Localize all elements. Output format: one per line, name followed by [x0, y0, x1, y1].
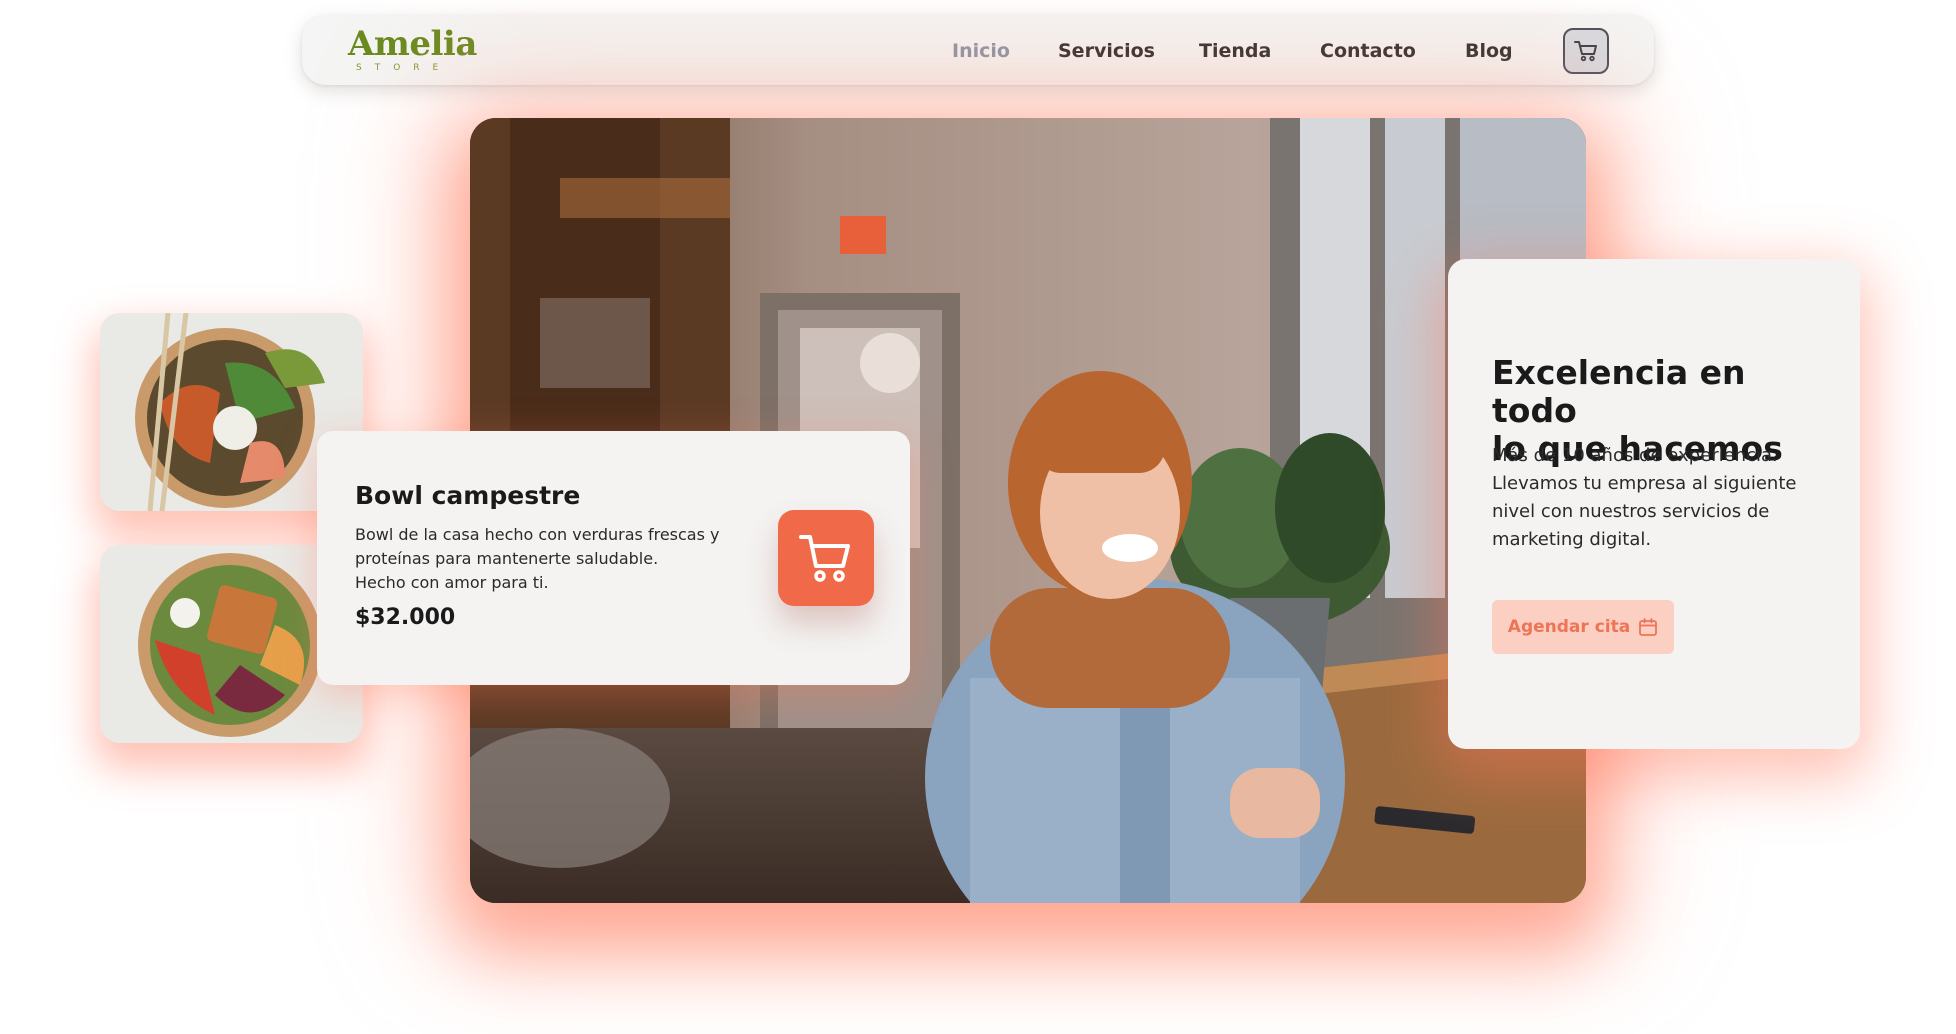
product-description-line: Hecho con amor para ti. — [355, 573, 549, 592]
info-description-line: nivel con nuestros servicios de — [1492, 501, 1770, 522]
add-to-cart-button[interactable] — [778, 510, 874, 606]
schedule-appointment-button[interactable]: Agendar cita — [1492, 600, 1674, 654]
schedule-appointment-label: Agendar cita — [1507, 617, 1631, 637]
nav-link-tienda[interactable]: Tienda — [1199, 38, 1271, 64]
cart-button[interactable] — [1563, 28, 1609, 74]
product-description-line: Bowl de la casa hecho con verduras fresc… — [355, 525, 720, 544]
info-heading-line: Excelencia en todo — [1492, 353, 1746, 430]
nav-link-inicio[interactable]: Inicio — [952, 38, 1010, 64]
info-description-line: marketing digital. — [1492, 529, 1652, 550]
product-title: Bowl campestre — [355, 481, 581, 510]
calendar-icon — [1639, 618, 1658, 636]
product-card: Bowl campestre Bowl de la casa hecho con… — [317, 431, 910, 685]
nav-link-servicios[interactable]: Servicios — [1058, 38, 1155, 64]
product-description: Bowl de la casa hecho con verduras fresc… — [355, 523, 740, 595]
brand-name: Amelia — [348, 24, 477, 64]
navbar: Amelia STORE Inicio Servicios Tienda Con… — [302, 15, 1654, 85]
info-description: Más de 10 años de experiencia. Llevamos … — [1492, 442, 1832, 554]
nav-link-contacto[interactable]: Contacto — [1320, 38, 1416, 64]
brand-logo[interactable]: Amelia STORE — [348, 25, 478, 81]
shopping-cart-icon — [1574, 41, 1597, 62]
info-description-line: Llevamos tu empresa al siguiente — [1492, 473, 1797, 494]
info-card: Excelencia en todo lo que hacemos Más de… — [1448, 259, 1860, 749]
brand-tagline: STORE — [356, 63, 452, 73]
nav-link-blog[interactable]: Blog — [1465, 38, 1513, 64]
product-description-line: proteínas para mantenerte saludable. — [355, 549, 659, 568]
info-description-line: Más de 10 años de experiencia. — [1492, 445, 1778, 466]
product-price: $32.000 — [355, 605, 456, 630]
shopping-cart-icon — [799, 535, 850, 582]
